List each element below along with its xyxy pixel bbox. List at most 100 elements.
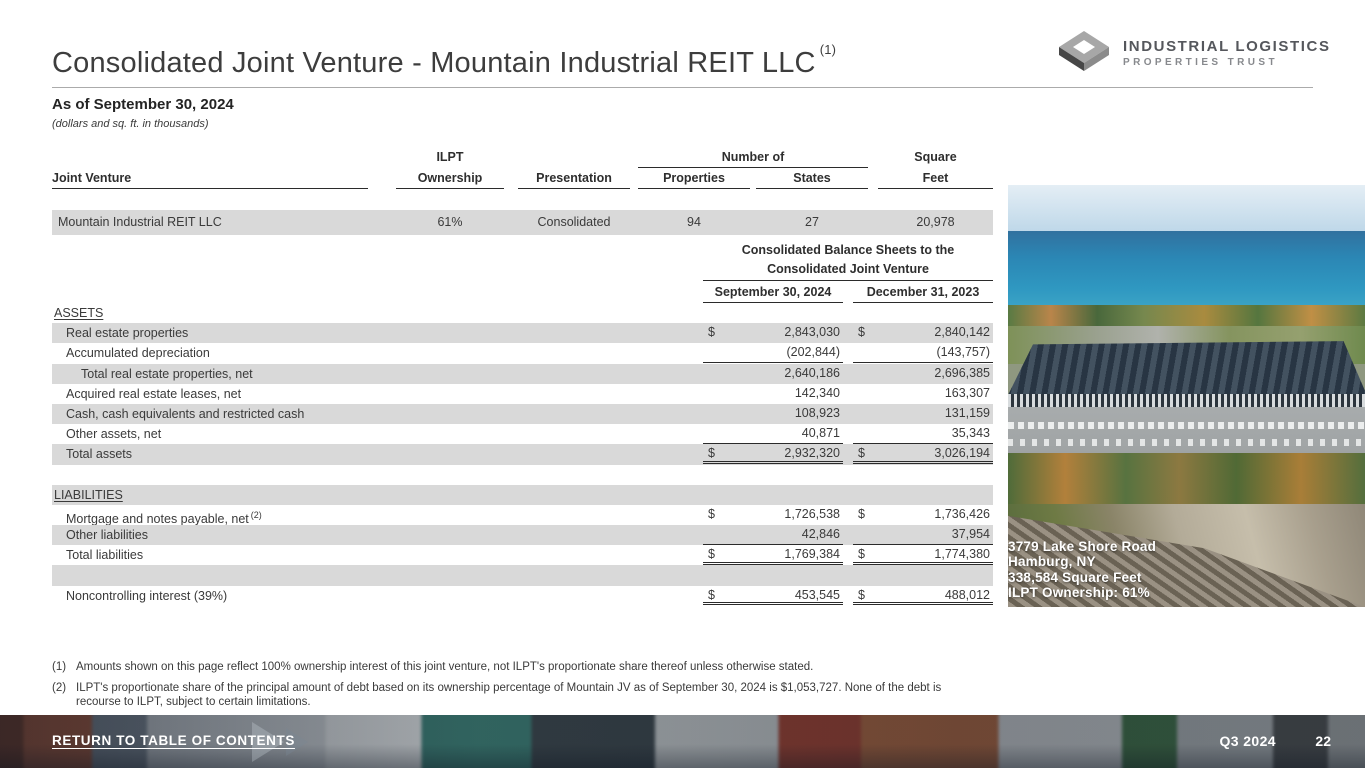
footnote-2: (2) ILPT's proportionate share of the pr… <box>52 681 982 709</box>
amount: 1,736,426 <box>934 505 993 525</box>
balance-sheet-row: Total assets$2,932,320$3,026,194 <box>52 444 993 464</box>
amount: 35,343 <box>952 424 993 443</box>
dollar-sign: $ <box>703 586 715 603</box>
property-aerial-photo: 3779 Lake Shore Road Hamburg, NY 338,584… <box>1008 185 1365 607</box>
photo-loading-docks <box>1008 394 1365 406</box>
row-label: ASSETS <box>54 303 103 323</box>
header-ilpt: ILPT <box>396 147 504 167</box>
dollar-sign: $ <box>853 545 865 562</box>
value-dec-2023: 131,159 <box>853 404 993 424</box>
header-properties: Properties <box>638 168 750 189</box>
amount: 108,923 <box>795 404 843 424</box>
photo-autumn-trees <box>1008 453 1365 504</box>
balance-sheet-row: Total liabilities $1,769,384 $1,774,380 <box>52 545 993 565</box>
slide: Consolidated Joint Venture - Mountain In… <box>0 0 1365 768</box>
cell-presentation: Consolidated <box>518 210 630 235</box>
balance-sheet-row: Other liabilities 42,846 37,954 <box>52 525 993 545</box>
header-square: Square <box>878 147 993 167</box>
value-sep-2024: $1,769,384 <box>703 545 843 565</box>
dollar-sign: $ <box>703 444 715 461</box>
header-feet: Feet <box>878 168 993 189</box>
value-dec-2023 <box>853 303 993 323</box>
row-label: Total real estate properties, net <box>81 364 253 384</box>
page-title: Consolidated Joint Venture - Mountain In… <box>52 42 836 80</box>
footer-bar: RETURN TO TABLE OF CONTENTS Q3 2024 22 <box>0 715 1365 768</box>
dollar-sign: $ <box>703 545 715 562</box>
balance-sheet-spacer-row <box>52 565 993 585</box>
amount: 488,012 <box>945 586 993 603</box>
photo-lake <box>1008 231 1365 305</box>
amount: 2,840,142 <box>934 323 993 343</box>
value-dec-2023: $1,774,380 <box>853 545 993 565</box>
row-label: Cash, cash equivalents and restricted ca… <box>66 404 304 424</box>
balance-sheet-row: Cash, cash equivalents and restricted ca… <box>52 404 993 424</box>
photo-trailer-row-1 <box>1008 422 1365 429</box>
cell-square-feet: 20,978 <box>878 210 993 235</box>
footnote-2-number: (2) <box>52 681 76 709</box>
value-sep-2024: $453,545 <box>703 586 843 606</box>
amount: 131,159 <box>945 404 993 424</box>
dollar-sign: $ <box>853 444 865 461</box>
column-header-dec-2023: December 31, 2023 <box>853 284 993 303</box>
balance-sheet-row: Real estate properties$2,843,030$2,840,1… <box>52 323 993 343</box>
balance-sheet-heading-line1: Consolidated Balance Sheets to the <box>703 241 993 260</box>
caption-square-feet: 338,584 Square Feet <box>1008 570 1365 586</box>
page-number: 22 <box>1315 733 1331 749</box>
footnote-1-number: (1) <box>52 660 76 674</box>
caption-address: 3779 Lake Shore Road <box>1008 539 1365 555</box>
return-to-table-of-contents-link[interactable]: RETURN TO TABLE OF CONTENTS <box>52 733 295 748</box>
value-dec-2023: (143,757) <box>853 343 993 363</box>
as-of-date: As of September 30, 2024 <box>52 96 234 113</box>
value-sep-2024: 40,871 <box>703 424 843 444</box>
balance-sheet-row: Total real estate properties, net 2,640,1… <box>52 364 993 384</box>
amount: (202,844) <box>786 343 843 362</box>
amount: 2,696,385 <box>934 364 993 384</box>
amount: 40,871 <box>802 424 843 443</box>
row-label: Mortgage and notes payable, net(2) <box>66 505 262 525</box>
value-dec-2023: $1,736,426 <box>853 505 993 525</box>
value-sep-2024: $1,726,538 <box>703 505 843 525</box>
value-sep-2024: 2,640,186 <box>703 364 843 384</box>
cell-states: 27 <box>756 210 868 235</box>
row-footnote-ref: (2) <box>251 510 262 520</box>
balance-sheet-row: LIABILITIES <box>52 485 993 505</box>
amount: 42,846 <box>802 525 843 544</box>
value-dec-2023: $488,012 <box>853 586 993 606</box>
joint-venture-summary-table: ILPT Number of Square Joint Venture Owne… <box>52 147 993 237</box>
amount: 142,340 <box>795 384 843 404</box>
value-dec-2023: 163,307 <box>853 384 993 404</box>
row-label: Total liabilities <box>66 545 143 565</box>
balance-sheet-row: Acquired real estate leases, net142,3401… <box>52 384 993 404</box>
amount: 1,726,538 <box>784 505 843 525</box>
photo-sky <box>1008 185 1365 231</box>
amount: 37,954 <box>952 525 993 544</box>
value-sep-2024: 42,846 <box>703 525 843 545</box>
logo-name-line1: INDUSTRIAL LOGISTICS <box>1123 38 1331 55</box>
value-dec-2023: 37,954 <box>853 525 993 545</box>
value-sep-2024: $2,843,030 <box>703 323 843 343</box>
amount: 2,640,186 <box>784 364 843 384</box>
value-dec-2023 <box>853 485 993 505</box>
row-label: Other liabilities <box>66 525 148 545</box>
company-logo: INDUSTRIAL LOGISTICS PROPERTIES TRUST <box>1053 24 1353 76</box>
units-note: (dollars and sq. ft. in thousands) <box>52 118 209 130</box>
value-dec-2023: 2,696,385 <box>853 364 993 384</box>
value-sep-2024 <box>703 485 843 505</box>
value-dec-2023: $3,026,194 <box>853 444 993 464</box>
value-sep-2024: (202,844) <box>703 343 843 363</box>
row-label: Real estate properties <box>66 323 188 343</box>
header-states: States <box>756 168 868 189</box>
cell-properties: 94 <box>638 210 750 235</box>
row-label: Total assets <box>66 444 132 464</box>
header-ownership: Ownership <box>396 168 504 189</box>
photo-trailer-row-2 <box>1008 439 1365 445</box>
title-divider <box>52 87 1313 88</box>
footnote-1-text: Amounts shown on this page reflect 100% … <box>76 660 982 674</box>
dollar-sign: $ <box>853 323 865 343</box>
balance-sheet-heading-line2: Consolidated Joint Venture <box>703 260 993 281</box>
balance-sheet-row: Accumulated depreciation(202,844)(143,75… <box>52 343 993 363</box>
amount: 3,026,194 <box>934 444 993 461</box>
balance-sheet-row: Other assets, net40,87135,343 <box>52 424 993 444</box>
column-header-sep-2024: September 30, 2024 <box>703 284 843 303</box>
dollar-sign: $ <box>703 323 715 343</box>
